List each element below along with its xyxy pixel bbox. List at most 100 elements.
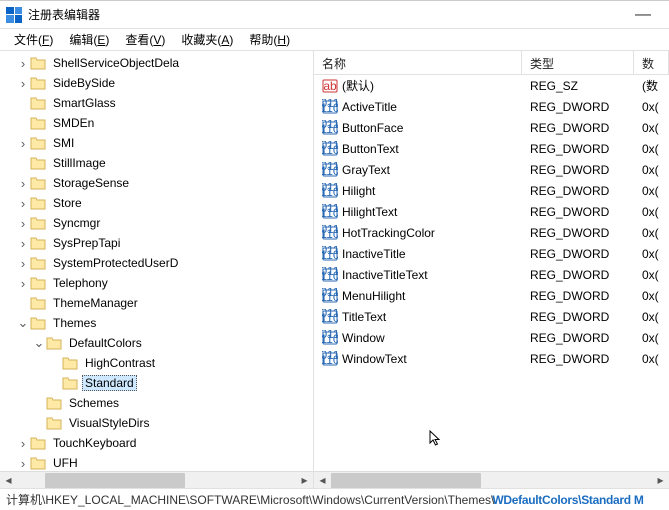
tree-node[interactable]: SMDEn <box>0 113 313 133</box>
tree-node[interactable]: › StorageSense <box>0 173 313 193</box>
col-header-data[interactable]: 数 <box>634 51 669 74</box>
tree-node[interactable]: › SystemProtectedUserD <box>0 253 313 273</box>
tree-label[interactable]: StorageSense <box>50 175 132 191</box>
menu-H[interactable]: 帮助(H) <box>241 29 298 50</box>
list-row[interactable]: 011110InactiveTitleTextREG_DWORD0x( <box>314 264 669 285</box>
chevron-right-icon[interactable]: › <box>16 256 30 270</box>
tree-node[interactable]: HighContrast <box>0 353 313 373</box>
tree-label[interactable]: DefaultColors <box>66 335 145 351</box>
minimize-button[interactable]: — <box>623 6 663 24</box>
col-header-name[interactable]: 名称 <box>314 51 522 74</box>
chevron-right-icon[interactable]: › <box>16 56 30 70</box>
scroll-track[interactable] <box>17 472 296 489</box>
list-row[interactable]: 011110ButtonTextREG_DWORD0x( <box>314 138 669 159</box>
svg-text:110: 110 <box>322 290 338 304</box>
chevron-right-icon[interactable]: › <box>16 436 30 450</box>
tree-node[interactable]: › SysPrepTapi <box>0 233 313 253</box>
tree-label[interactable]: SystemProtectedUserD <box>50 255 181 271</box>
chevron-right-icon[interactable]: › <box>16 176 30 190</box>
tree-node[interactable]: ⌄ Themes <box>0 313 313 333</box>
scroll-thumb[interactable] <box>331 473 481 488</box>
value-data: 0x( <box>634 142 669 156</box>
chevron-right-icon[interactable]: › <box>16 236 30 250</box>
tree-label[interactable]: Schemes <box>66 395 122 411</box>
tree-label[interactable]: TouchKeyboard <box>50 435 139 451</box>
tree-node[interactable]: › Syncmgr <box>0 213 313 233</box>
list-row[interactable]: 011110MenuHilightREG_DWORD0x( <box>314 285 669 306</box>
binary-value-icon: 011110 <box>322 141 338 157</box>
value-data: 0x( <box>634 268 669 282</box>
tree-node[interactable]: VisualStyleDirs <box>0 413 313 433</box>
list-row[interactable]: 011110WindowTextREG_DWORD0x( <box>314 348 669 369</box>
tree-node[interactable]: SmartGlass <box>0 93 313 113</box>
tree-node[interactable]: › Telephony <box>0 273 313 293</box>
value-type: REG_DWORD <box>522 268 634 282</box>
tree-node[interactable]: › SMI <box>0 133 313 153</box>
col-header-type[interactable]: 类型 <box>522 51 634 74</box>
scroll-right-icon[interactable]: ▸ <box>296 472 313 489</box>
tree-node[interactable]: StillImage <box>0 153 313 173</box>
chevron-right-icon[interactable]: › <box>16 196 30 210</box>
list-row[interactable]: 011110InactiveTitleREG_DWORD0x( <box>314 243 669 264</box>
scroll-left-icon[interactable]: ◂ <box>314 472 331 489</box>
tree-label[interactable]: Syncmgr <box>50 215 103 231</box>
menu-V[interactable]: 查看(V) <box>117 29 173 50</box>
list-row[interactable]: 011110WindowREG_DWORD0x( <box>314 327 669 348</box>
binary-value-icon: 011110 <box>322 225 338 241</box>
list-hscroll[interactable]: ◂ ▸ <box>314 471 669 488</box>
chevron-right-icon[interactable]: › <box>16 76 30 90</box>
tree-node[interactable]: ⌄ DefaultColors <box>0 333 313 353</box>
tree-hscroll[interactable]: ◂ ▸ <box>0 471 313 488</box>
scroll-thumb[interactable] <box>45 473 185 488</box>
chevron-down-icon[interactable]: ⌄ <box>16 316 30 330</box>
tree-label[interactable]: Store <box>50 195 85 211</box>
svg-text:110: 110 <box>322 332 338 346</box>
list-row[interactable]: 011110GrayTextREG_DWORD0x( <box>314 159 669 180</box>
menu-E[interactable]: 编辑(E) <box>61 29 117 50</box>
list-body[interactable]: ab(默认)REG_SZ(数011110ActiveTitleREG_DWORD… <box>314 75 669 471</box>
chevron-right-icon[interactable]: › <box>16 456 30 470</box>
folder-icon <box>46 336 62 350</box>
tree-label[interactable]: SmartGlass <box>50 95 119 111</box>
tree-label[interactable]: ShellServiceObjectDela <box>50 55 182 71</box>
tree-node[interactable]: ThemeManager <box>0 293 313 313</box>
scroll-left-icon[interactable]: ◂ <box>0 472 17 489</box>
list-row[interactable]: 011110ButtonFaceREG_DWORD0x( <box>314 117 669 138</box>
tree-label[interactable]: SysPrepTapi <box>50 235 123 251</box>
tree-label[interactable]: UFH <box>50 455 81 471</box>
tree-view[interactable]: › ShellServiceObjectDela › SideBySide SmartG… <box>0 51 313 471</box>
tree-node[interactable]: › Store <box>0 193 313 213</box>
list-row[interactable]: 011110HilightTextREG_DWORD0x( <box>314 201 669 222</box>
chevron-right-icon[interactable]: › <box>16 216 30 230</box>
tree-label[interactable]: SMI <box>50 135 77 151</box>
tree-label[interactable]: SideBySide <box>50 75 118 91</box>
tree-node[interactable]: › ShellServiceObjectDela <box>0 53 313 73</box>
scroll-track[interactable] <box>331 472 652 489</box>
tree-node[interactable]: › UFH <box>0 453 313 471</box>
tree-label[interactable]: SMDEn <box>50 115 97 131</box>
list-row[interactable]: 011110ActiveTitleREG_DWORD0x( <box>314 96 669 117</box>
tree-node[interactable]: › SideBySide <box>0 73 313 93</box>
list-row[interactable]: 011110HilightREG_DWORD0x( <box>314 180 669 201</box>
chevron-right-icon[interactable]: › <box>16 136 30 150</box>
tree-label[interactable]: HighContrast <box>82 355 158 371</box>
tree-node[interactable]: Schemes <box>0 393 313 413</box>
menu-F[interactable]: 文件(F) <box>6 29 61 50</box>
tree-label[interactable]: StillImage <box>50 155 109 171</box>
chevron-right-icon[interactable]: › <box>16 276 30 290</box>
tree-label[interactable]: ThemeManager <box>50 295 141 311</box>
tree-node[interactable]: Standard <box>0 373 313 393</box>
tree-label[interactable]: Telephony <box>50 275 111 291</box>
tree-node[interactable]: › TouchKeyboard <box>0 433 313 453</box>
list-row[interactable]: 011110HotTrackingColorREG_DWORD0x( <box>314 222 669 243</box>
chevron-down-icon[interactable]: ⌄ <box>32 336 46 350</box>
tree-label[interactable]: Themes <box>50 315 99 331</box>
value-name: Hilight <box>342 184 375 198</box>
list-row[interactable]: 011110TitleTextREG_DWORD0x( <box>314 306 669 327</box>
list-row[interactable]: ab(默认)REG_SZ(数 <box>314 75 669 96</box>
tree-label[interactable]: VisualStyleDirs <box>66 415 152 431</box>
menu-A[interactable]: 收藏夹(A) <box>173 29 241 50</box>
binary-value-icon: 011110 <box>322 246 338 262</box>
tree-label[interactable]: Standard <box>82 375 137 391</box>
scroll-right-icon[interactable]: ▸ <box>652 472 669 489</box>
